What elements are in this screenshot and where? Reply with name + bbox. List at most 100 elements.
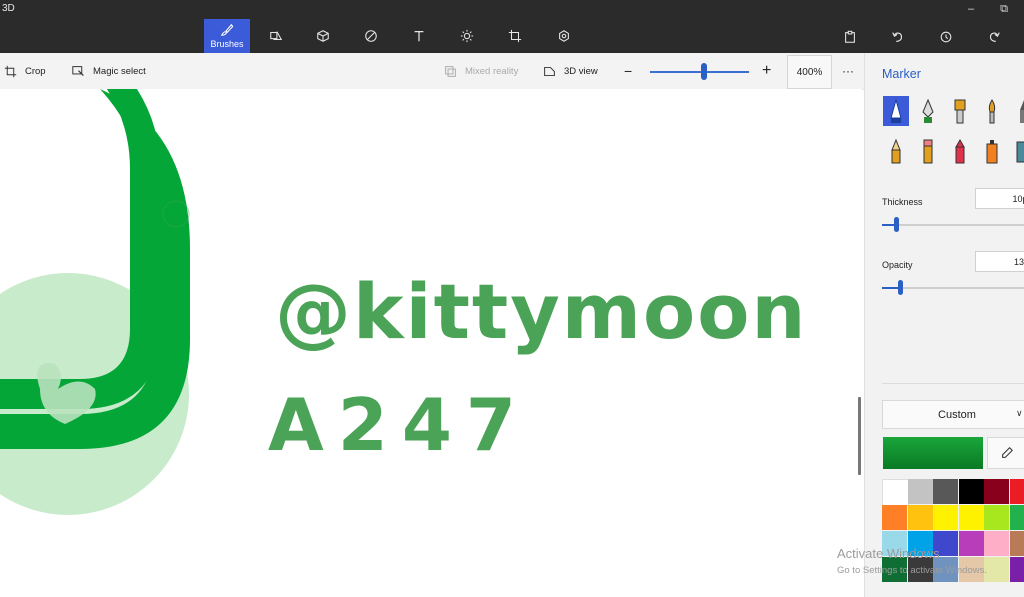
2d-shapes-tool-button[interactable]	[253, 19, 299, 53]
handwriting-line-2: A247	[268, 383, 531, 467]
fill-brush[interactable]	[1011, 136, 1024, 166]
handwriting-line-1: @kittymoon	[275, 267, 808, 356]
crayon-brush[interactable]	[947, 136, 973, 166]
watercolor-brush[interactable]	[979, 96, 1005, 126]
app-title: 3D	[2, 3, 15, 14]
opacity-label: Opacity	[882, 260, 913, 270]
history-icon	[940, 31, 952, 43]
pixel-pen-brush[interactable]	[1011, 96, 1024, 126]
undo-icon	[892, 32, 903, 42]
3d-view-label: 3D view	[564, 65, 598, 77]
palette-swatch[interactable]	[933, 479, 958, 504]
pixel-pen-icon	[1020, 100, 1024, 123]
redo-icon	[989, 32, 1000, 42]
stickers-tool-button[interactable]	[348, 19, 394, 53]
selected-color-swatch[interactable]	[883, 437, 983, 469]
text-icon	[414, 31, 424, 42]
palette-swatch[interactable]	[984, 505, 1009, 530]
palette-swatch[interactable]	[984, 557, 1009, 582]
3d-view-button[interactable]: 3D view	[543, 53, 598, 89]
palette-swatch[interactable]	[907, 479, 933, 504]
palette-swatch[interactable]	[1009, 557, 1024, 582]
3d-library-tool-button[interactable]	[541, 19, 587, 53]
spray-can-brush[interactable]	[979, 136, 1005, 166]
paste-icon	[845, 30, 855, 43]
magic-select-icon	[72, 65, 84, 76]
custom-label: Custom	[938, 408, 976, 421]
palette-swatch[interactable]	[882, 505, 907, 530]
3d-view-icon	[544, 66, 555, 76]
brushes-tool-button[interactable]: Brushes	[204, 19, 250, 53]
opacity-slider-track[interactable]	[882, 287, 1024, 289]
palette-swatch[interactable]	[1009, 505, 1024, 530]
palette-swatch[interactable]	[882, 479, 909, 506]
effects-icon	[460, 29, 474, 43]
calligraphy-pen-icon	[922, 98, 934, 123]
zoom-slider-thumb[interactable]	[701, 63, 708, 80]
crayon-icon	[955, 138, 965, 164]
palette-swatch[interactable]	[984, 531, 1009, 556]
thickness-slider-track[interactable]	[882, 224, 1024, 226]
thickness-label: Thickness	[882, 197, 923, 207]
oil-brush-icon	[954, 99, 966, 124]
mixed-reality-icon	[445, 65, 456, 77]
marker-brush[interactable]	[883, 96, 909, 126]
minimize-button[interactable]: –	[960, 2, 982, 16]
3d-shapes-tool-button[interactable]	[300, 19, 346, 53]
canvas-tool-button[interactable]	[492, 19, 538, 53]
palette-swatch[interactable]	[933, 505, 958, 530]
brushes-label: Brushes	[210, 39, 244, 49]
watercolor-icon	[988, 99, 996, 124]
effects-tool-button[interactable]	[444, 19, 490, 53]
palette-swatch[interactable]	[958, 479, 984, 504]
opacity-input[interactable]: 13%	[975, 251, 1024, 272]
restore-button[interactable]: ⧉	[993, 2, 1015, 16]
palette-swatch[interactable]	[907, 505, 933, 530]
redo-button[interactable]	[984, 27, 1004, 47]
crop-label: Crop	[25, 65, 46, 77]
palette-swatch[interactable]	[958, 505, 984, 530]
zoom-in-button[interactable]: +	[762, 53, 771, 89]
palette-swatch[interactable]	[1009, 479, 1024, 504]
history-button[interactable]	[936, 27, 956, 47]
eyedropper-icon	[1002, 447, 1013, 458]
watermark-title: Activate Windows	[837, 546, 940, 561]
crop-icon	[4, 65, 17, 77]
2d-shapes-icon	[270, 31, 283, 41]
canvas-icon	[508, 29, 522, 43]
calligraphy-pen-brush[interactable]	[915, 96, 941, 126]
mixed-reality-button[interactable]: Mixed reality	[444, 53, 518, 89]
thickness-input[interactable]: 10px	[975, 188, 1024, 209]
zoom-out-button[interactable]: −	[624, 53, 632, 89]
pencil-icon	[891, 138, 901, 164]
spray-can-icon	[986, 140, 998, 164]
zoom-slider-track[interactable]	[650, 71, 749, 73]
more-options-button[interactable]: ···	[842, 53, 854, 89]
oil-brush[interactable]	[947, 96, 973, 126]
panel-title: Marker	[882, 67, 921, 81]
custom-color-dropdown[interactable]: Custom	[882, 400, 1024, 429]
magic-select-label: Magic select	[93, 65, 146, 77]
paste-button[interactable]	[840, 27, 860, 47]
eyedropper-button[interactable]	[987, 437, 1024, 469]
undo-button[interactable]	[888, 27, 908, 47]
pencil-brush[interactable]	[883, 136, 909, 166]
stickers-icon	[365, 30, 377, 42]
crop-button[interactable]: Crop	[4, 53, 46, 89]
drawing-canvas[interactable]: @kittymoon A247	[0, 89, 862, 597]
chevron-down-icon: ∨	[1016, 408, 1023, 418]
marker-icon	[890, 98, 902, 123]
eraser-brush[interactable]	[915, 136, 941, 166]
opacity-slider-thumb[interactable]	[898, 280, 904, 295]
text-tool-button[interactable]	[396, 19, 442, 53]
fill-icon	[1016, 141, 1024, 163]
thickness-slider-thumb[interactable]	[894, 217, 900, 232]
palette-swatch[interactable]	[984, 479, 1009, 504]
palette-swatch[interactable]	[1009, 531, 1024, 556]
palette-swatch[interactable]	[958, 531, 984, 556]
zoom-level-box[interactable]: 400%	[787, 55, 832, 89]
brushes-icon	[220, 23, 234, 36]
magic-select-button[interactable]: Magic select	[72, 53, 146, 89]
vertical-scrollbar[interactable]	[858, 397, 861, 475]
eraser-icon	[923, 139, 933, 164]
